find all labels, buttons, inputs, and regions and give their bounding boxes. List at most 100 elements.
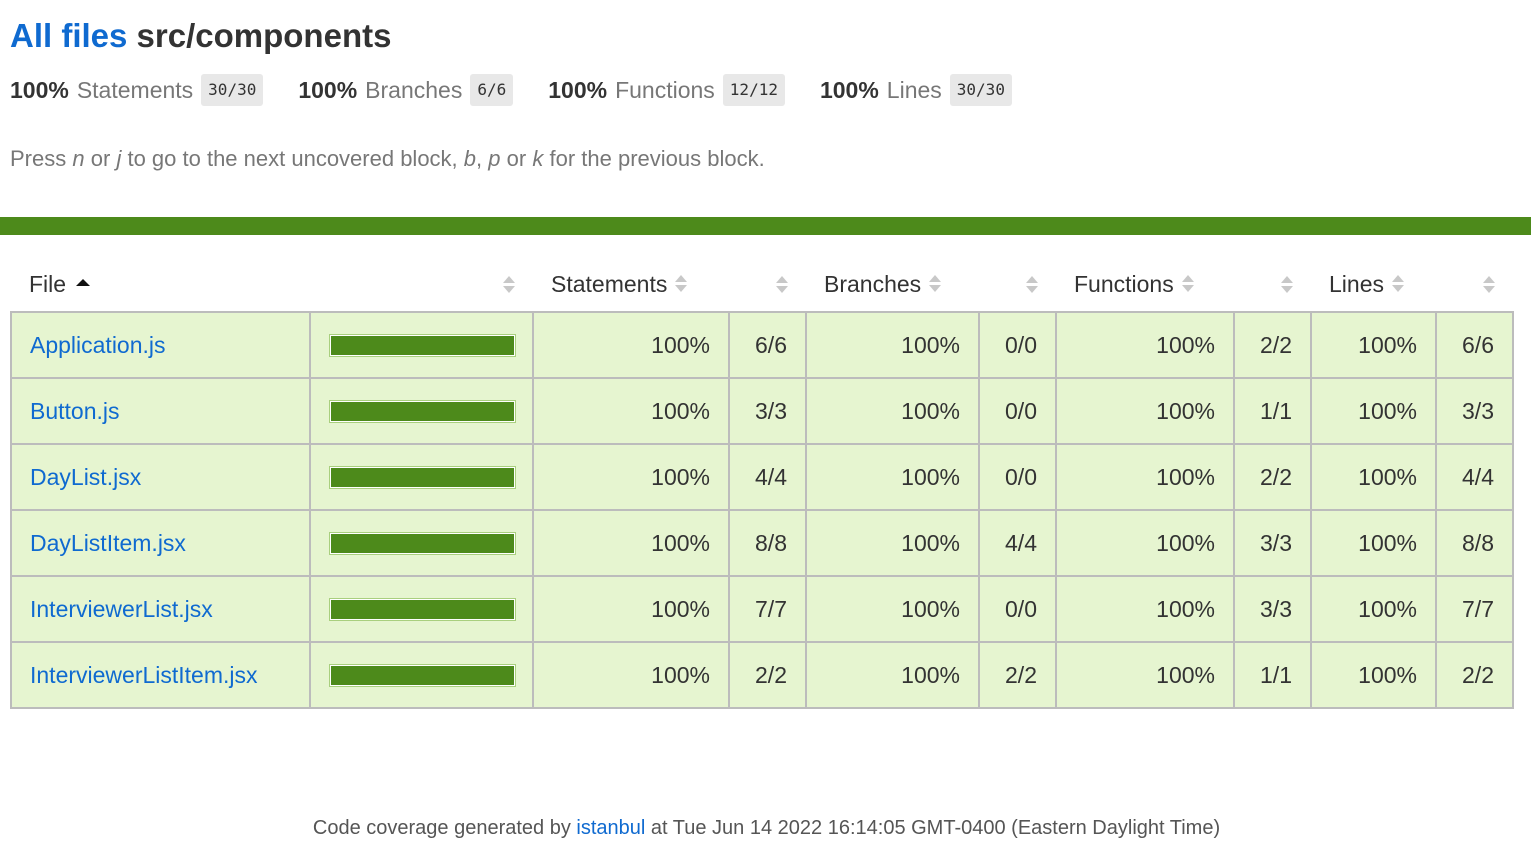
sort-ascending-icon xyxy=(76,279,91,287)
statements-pct: 100% xyxy=(532,443,730,511)
keyboard-hint: Press n or j to go to the next uncovered… xyxy=(10,146,765,171)
header-lines-fraction[interactable] xyxy=(1436,258,1513,312)
file-cell: DayList.jsx xyxy=(10,443,311,511)
functions-fraction: 2/2 xyxy=(1233,311,1312,379)
statements-fraction: 8/8 xyxy=(728,509,807,577)
header-branches[interactable]: Branches xyxy=(806,258,979,312)
lines-pct: 100% xyxy=(1310,575,1437,643)
branches-fraction: 0/0 xyxy=(978,443,1057,511)
sort-icon xyxy=(1483,276,1495,293)
branches-pct: 100% xyxy=(805,641,980,709)
branches-fraction: 0/0 xyxy=(978,311,1057,379)
file-cell: InterviewerList.jsx xyxy=(10,575,311,643)
branches-fraction: 0/0 xyxy=(978,575,1057,643)
coverage-bar xyxy=(329,531,516,555)
lines-pct: 100% xyxy=(1310,509,1437,577)
header-statements-fraction[interactable] xyxy=(729,258,806,312)
header-statements[interactable]: Statements xyxy=(533,258,729,312)
file-link[interactable]: DayListItem.jsx xyxy=(30,530,186,556)
lines-pct: 100% xyxy=(1310,443,1437,511)
functions-fraction: 2/2 xyxy=(1233,443,1312,511)
all-files-link[interactable]: All files xyxy=(10,17,127,54)
statements-pct: 100% xyxy=(532,377,730,445)
sort-icon xyxy=(675,275,688,293)
footer-prefix: Code coverage generated by xyxy=(312,817,571,839)
sort-icon xyxy=(1181,275,1194,293)
branches-pct: 100% xyxy=(805,509,980,577)
functions-fraction: 1/1 xyxy=(1233,377,1312,445)
footer-suffix: at Tue Jun 14 2022 16:14:05 GMT-0400 (Ea… xyxy=(650,817,1221,839)
table-header-row: File Statements Branches Functions Lines xyxy=(11,258,1513,312)
statements-fraction: 4/4 xyxy=(728,443,807,511)
coverage-bar-cell xyxy=(309,311,534,379)
file-cell: Application.js xyxy=(10,311,311,379)
coverage-bar xyxy=(329,465,516,489)
summary-lines: 100% Lines 30/30 xyxy=(820,74,1012,106)
file-link[interactable]: Application.js xyxy=(30,332,166,358)
coverage-bar-cell xyxy=(309,641,534,709)
functions-pct: 100% xyxy=(1055,377,1235,445)
table-body: Application.js 100% 6/6 100% 0/0 100% 2/2 100% 6… xyxy=(10,311,1514,709)
branches-fraction: 4/4 xyxy=(978,509,1057,577)
lines-pct: 100% xyxy=(1310,311,1437,379)
header-functions-fraction[interactable] xyxy=(1234,258,1311,312)
lines-pct: 100% xyxy=(1310,641,1437,709)
coverage-summary: 100% Statements 30/30 100% Branches 6/6 … xyxy=(10,74,1047,106)
table-row: DayListItem.jsx 100% 8/8 100% 4/4 100% 3/3 100%… xyxy=(10,509,1514,577)
header-branches-fraction[interactable] xyxy=(979,258,1056,312)
file-link[interactable]: DayList.jsx xyxy=(30,464,141,490)
file-link[interactable]: Button.js xyxy=(30,398,120,424)
summary-branches-fraction: 6/6 xyxy=(470,74,514,106)
coverage-status-bar xyxy=(0,217,1531,235)
page-header: All files src/components xyxy=(10,14,391,58)
coverage-bar-cell xyxy=(309,443,534,511)
statements-pct: 100% xyxy=(532,575,730,643)
coverage-bar-cell xyxy=(309,575,534,643)
istanbul-link[interactable]: istanbul xyxy=(576,817,645,839)
statements-pct: 100% xyxy=(532,311,730,379)
lines-fraction: 8/8 xyxy=(1435,509,1514,577)
summary-functions-pct: 100% xyxy=(548,76,608,103)
sort-icon xyxy=(1391,275,1404,293)
file-link[interactable]: InterviewerList.jsx xyxy=(30,596,213,622)
coverage-bar-fill xyxy=(331,335,514,355)
summary-lines-fraction: 30/30 xyxy=(949,74,1012,106)
functions-fraction: 3/3 xyxy=(1233,575,1312,643)
statements-pct: 100% xyxy=(532,641,730,709)
lines-fraction: 3/3 xyxy=(1435,377,1514,445)
header-file[interactable]: File xyxy=(11,258,310,312)
branches-pct: 100% xyxy=(805,443,980,511)
functions-pct: 100% xyxy=(1055,575,1235,643)
header-functions[interactable]: Functions xyxy=(1056,258,1234,312)
branches-fraction: 2/2 xyxy=(978,641,1057,709)
coverage-bar-fill xyxy=(331,599,514,619)
lines-fraction: 4/4 xyxy=(1435,443,1514,511)
summary-functions: 100% Functions 12/12 xyxy=(548,74,785,106)
statements-fraction: 6/6 xyxy=(728,311,807,379)
file-cell: InterviewerListItem.jsx xyxy=(10,641,311,709)
lines-fraction: 2/2 xyxy=(1435,641,1514,709)
statements-fraction: 3/3 xyxy=(728,377,807,445)
lines-fraction: 6/6 xyxy=(1435,311,1514,379)
functions-pct: 100% xyxy=(1055,443,1235,511)
header-lines[interactable]: Lines xyxy=(1311,258,1436,312)
coverage-table-wrap: File Statements Branches Functions Lines… xyxy=(10,258,1514,709)
header-file-bar[interactable] xyxy=(310,258,533,312)
table-row: Application.js 100% 6/6 100% 0/0 100% 2/2 100% 6… xyxy=(10,311,1514,379)
functions-pct: 100% xyxy=(1055,509,1235,577)
table-row: InterviewerList.jsx 100% 7/7 100% 0/0 100% 3/3… xyxy=(10,575,1514,643)
branches-pct: 100% xyxy=(805,377,980,445)
file-cell: DayListItem.jsx xyxy=(10,509,311,577)
coverage-bar-fill xyxy=(331,533,514,553)
statements-fraction: 2/2 xyxy=(728,641,807,709)
summary-statements-label: Statements xyxy=(76,76,194,103)
file-link[interactable]: InterviewerListItem.jsx xyxy=(30,662,258,688)
branches-fraction: 0/0 xyxy=(978,377,1057,445)
functions-pct: 100% xyxy=(1055,641,1235,709)
summary-lines-label: Lines xyxy=(886,76,942,103)
coverage-bar-cell xyxy=(309,509,534,577)
functions-fraction: 1/1 xyxy=(1233,641,1312,709)
coverage-bar xyxy=(329,333,516,357)
summary-branches-label: Branches xyxy=(365,76,463,103)
lines-pct: 100% xyxy=(1310,377,1437,445)
